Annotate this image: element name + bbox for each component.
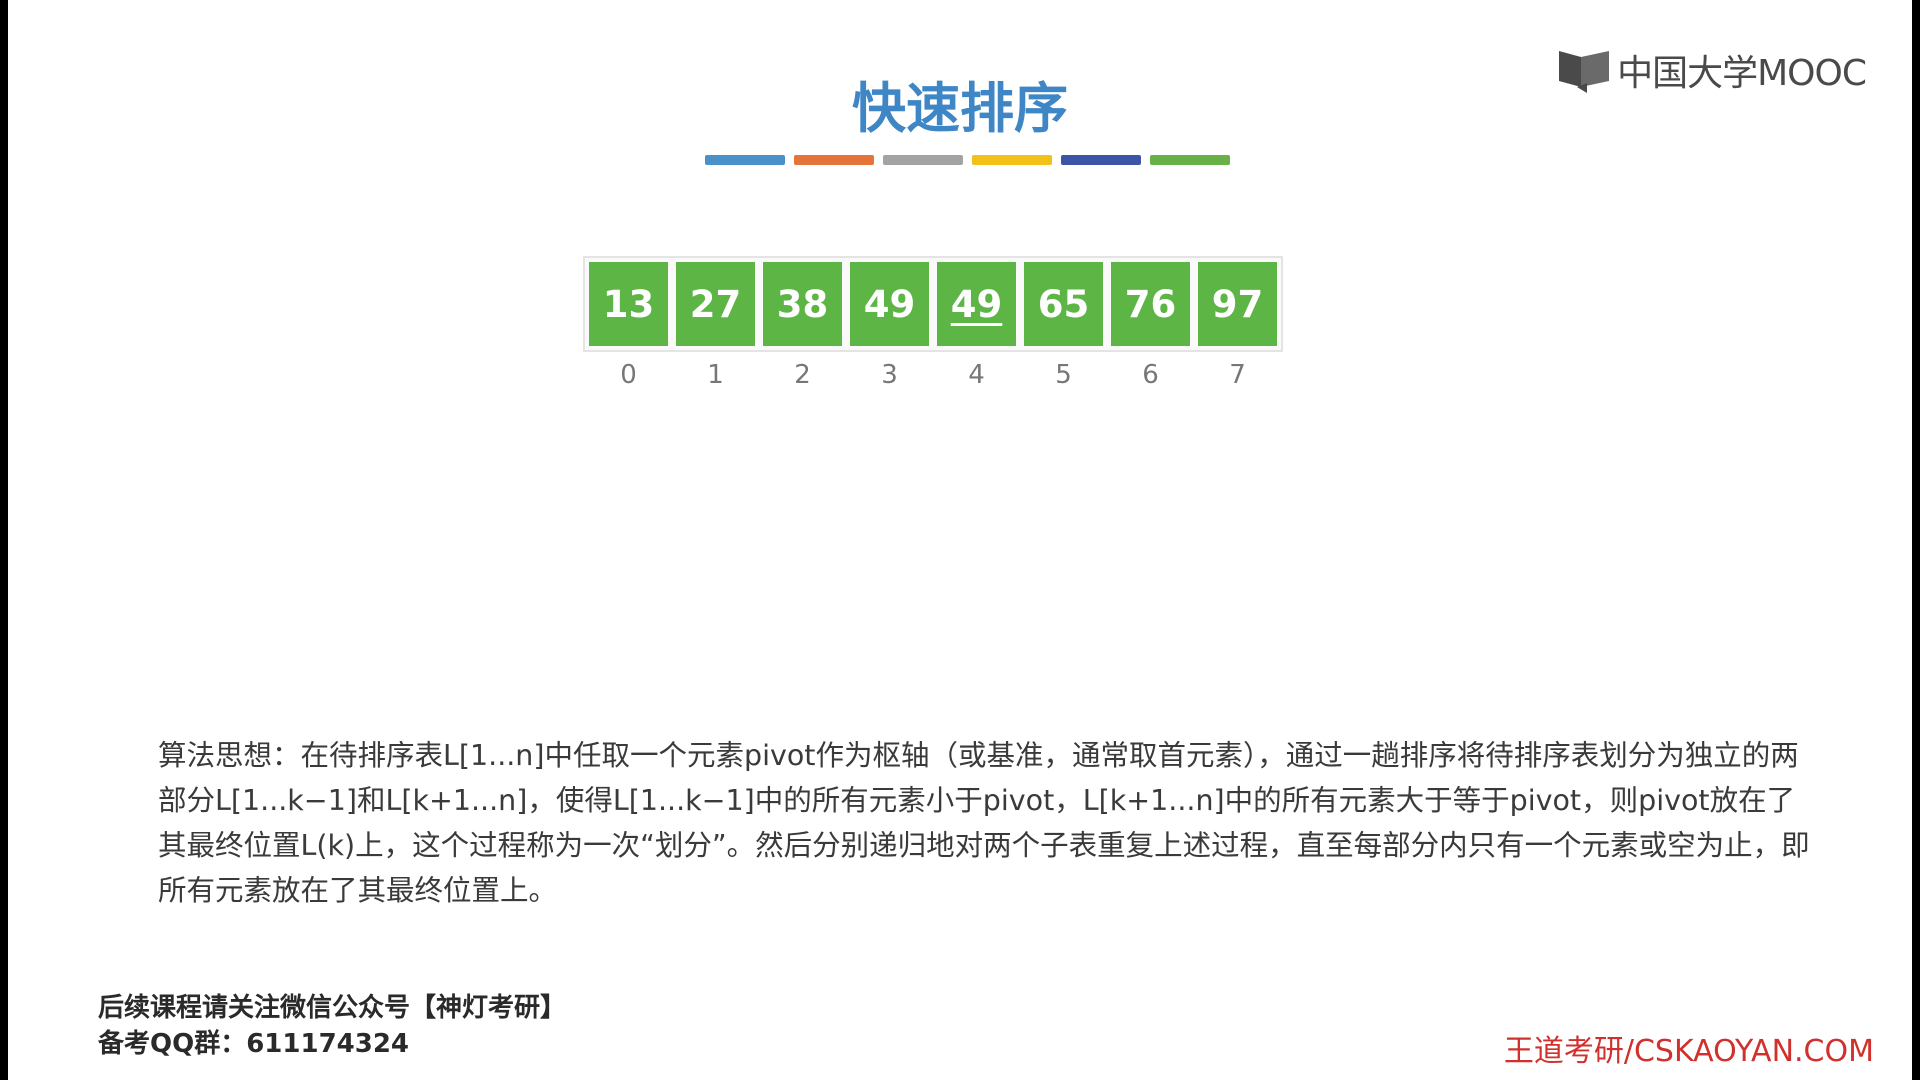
- array-index: 1: [707, 360, 724, 390]
- array-indices: 0 1 2 3 4 5 6 7: [585, 360, 1281, 390]
- array-cell-value: 65: [1037, 282, 1090, 326]
- array-cell: 97: [1198, 262, 1277, 346]
- array-cell: 49: [850, 262, 929, 346]
- color-bar: [705, 155, 1230, 165]
- array-cell: 49: [937, 262, 1016, 346]
- array-index: 7: [1229, 360, 1246, 390]
- slide-title: 快速排序: [852, 77, 1068, 140]
- array-cell-value: 97: [1211, 282, 1264, 326]
- array-cell-value: 27: [689, 282, 742, 326]
- color-bar-segment: [1150, 155, 1230, 165]
- color-bar-segment: [883, 155, 963, 165]
- array-cell-value: 49: [863, 282, 916, 326]
- array-cell: 65: [1024, 262, 1103, 346]
- color-bar-segment: [1061, 155, 1141, 165]
- array-index: 5: [1055, 360, 1072, 390]
- array-cell-value: 76: [1124, 282, 1177, 326]
- array-index: 3: [881, 360, 898, 390]
- algorithm-description: 算法思想：在待排序表L[1...n]中任取一个元素pivot作为枢轴（或基准，通…: [158, 739, 1810, 907]
- color-bar-segment: [972, 155, 1052, 165]
- array-cell: 27: [676, 262, 755, 346]
- array-cell-value: 13: [602, 282, 655, 326]
- array-index: 4: [968, 360, 985, 390]
- array-index: 0: [620, 360, 637, 390]
- array-index: 6: [1142, 360, 1159, 390]
- color-bar-segment: [705, 155, 785, 165]
- footer-qq-line: 备考QQ群：611174324: [98, 1029, 410, 1059]
- array-cell: 38: [763, 262, 842, 346]
- sorted-array: 13 27 38 49 49 65 76 97: [583, 256, 1283, 352]
- array-index: 2: [794, 360, 811, 390]
- color-bar-segment: [794, 155, 874, 165]
- slide: 中国大学MOOC 快速排序 13 27 38 49 49 65 76 97 01234567 …: [8, 0, 1912, 1080]
- footer-website[interactable]: 王道考研/CSKAOYAN.COM: [1504, 1026, 1874, 1070]
- array-cell-value: 38: [776, 282, 829, 326]
- array-cell-value: 49: [950, 282, 1003, 326]
- footer-wechat-line: 后续课程请关注微信公众号【神灯考研】: [98, 993, 567, 1023]
- footer-info: 后续课程请关注微信公众号【神灯考研】 备考QQ群：611174324: [98, 990, 566, 1062]
- array-cell: 76: [1111, 262, 1190, 346]
- array-cell: 13: [589, 262, 668, 346]
